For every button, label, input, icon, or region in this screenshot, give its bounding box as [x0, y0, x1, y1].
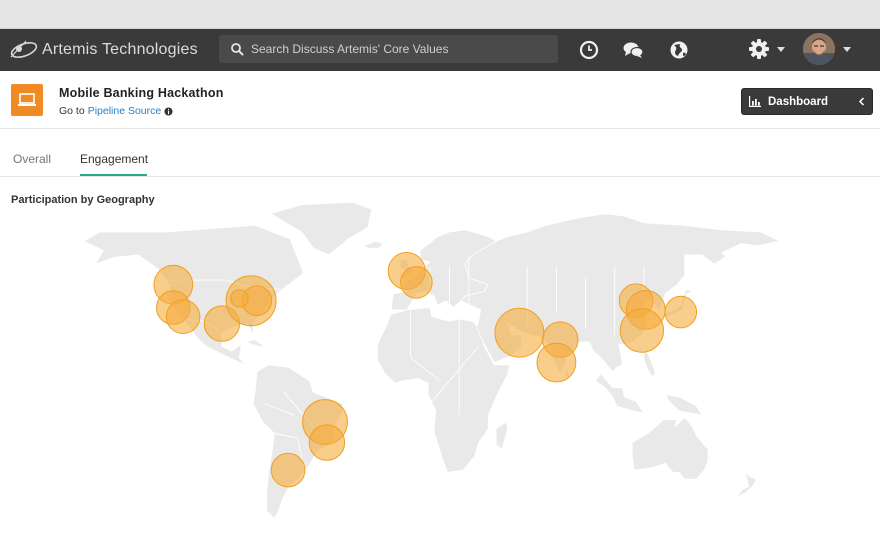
tab-bar: Overall Engagement — [0, 129, 880, 177]
project-header: Mobile Banking Hackathon Go to Pipeline … — [0, 71, 880, 129]
avatar[interactable] — [803, 33, 835, 65]
landmass-philippines — [643, 350, 657, 377]
pipeline-source-link[interactable]: Pipeline Source — [88, 105, 162, 117]
laptop-icon — [18, 93, 36, 106]
participation-bubble-us-southwest[interactable] — [165, 299, 201, 334]
chat-bubbles-icon[interactable] — [622, 39, 644, 61]
participation-bubble-japan[interactable] — [664, 295, 698, 329]
brand[interactable]: Artemis Technologies — [8, 35, 198, 65]
goto-line: Go to Pipeline Source — [59, 105, 173, 117]
project-icon — [11, 84, 43, 116]
search-icon — [231, 43, 244, 56]
participation-bubble-middle-east[interactable] — [494, 307, 545, 358]
participation-bubble-india-south[interactable] — [536, 342, 577, 383]
world-land — [83, 201, 780, 519]
landmass-australia — [631, 416, 709, 480]
landmass-cuba — [243, 339, 266, 347]
bar-chart-icon — [749, 96, 761, 107]
active-tab-indicator — [80, 174, 147, 176]
landmass-madagascar — [495, 421, 509, 451]
globe-icon[interactable] — [668, 39, 690, 61]
landmass-new-guinea — [664, 393, 704, 416]
orbit-logo-icon — [10, 40, 38, 58]
landmass-iceland — [362, 240, 385, 249]
participation-bubble-brazil-south[interactable] — [308, 424, 346, 461]
chevron-left-icon — [858, 97, 865, 106]
search-box[interactable] — [219, 35, 558, 63]
search-input[interactable] — [251, 35, 551, 63]
settings-caret-icon[interactable] — [777, 47, 785, 52]
top-navbar: Artemis Technologies — [0, 29, 880, 71]
brand-name: Artemis Technologies — [42, 41, 198, 58]
page-title: Mobile Banking Hackathon — [59, 86, 224, 100]
gear-icon[interactable] — [748, 38, 770, 60]
dashboard-label: Dashboard — [768, 95, 829, 108]
user-photo-icon — [803, 33, 835, 65]
dashboard-button[interactable]: Dashboard — [741, 88, 873, 115]
info-icon[interactable] — [164, 106, 173, 116]
participation-map — [83, 201, 780, 519]
goto-prefix: Go to — [59, 105, 85, 117]
participation-bubble-france[interactable] — [400, 266, 433, 299]
landmass-southeast-asia — [594, 373, 645, 414]
landmass-new-zealand — [736, 471, 758, 499]
tab-engagement[interactable]: Engagement — [80, 152, 148, 166]
participation-bubble-china-south[interactable] — [619, 308, 665, 353]
user-menu-caret-icon[interactable] — [843, 47, 851, 52]
participation-bubble-argentina[interactable] — [270, 452, 306, 488]
tab-overall[interactable]: Overall — [13, 152, 51, 166]
participation-bubble-us-midwest[interactable] — [230, 289, 249, 308]
browser-chrome — [0, 0, 880, 29]
clock-icon[interactable] — [578, 39, 600, 61]
